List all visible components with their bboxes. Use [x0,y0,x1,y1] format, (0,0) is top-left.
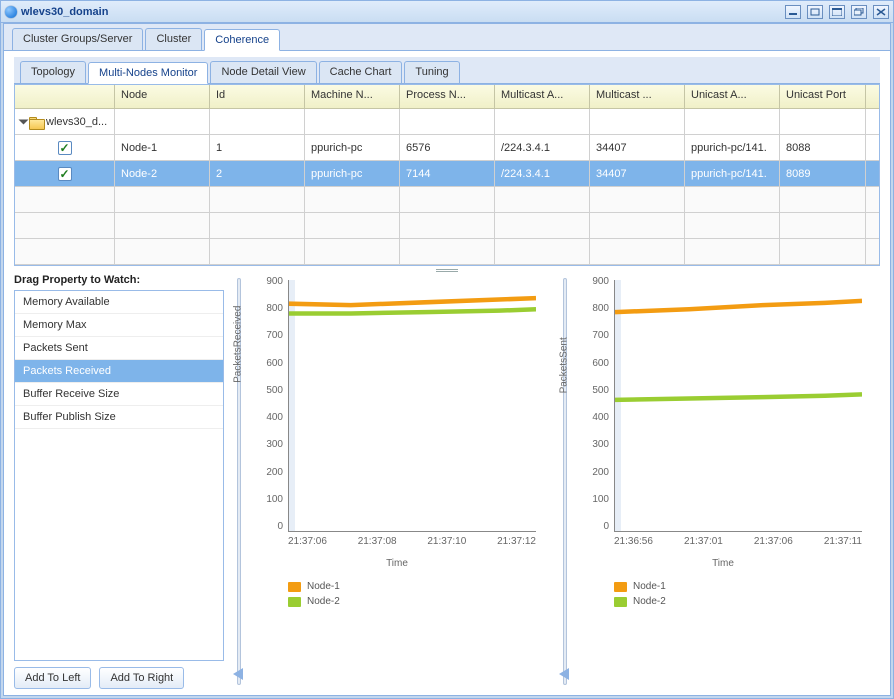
cell-id: 1 [210,135,305,160]
tab-cache-chart[interactable]: Cache Chart [319,61,403,83]
restore-down-button[interactable] [807,5,823,19]
lower-pane: Drag Property to Watch: Memory Available… [14,274,880,689]
col-header-multicast-port[interactable]: Multicast ... [590,85,685,108]
cell-multicast-addr: /224.3.4.1 [495,135,590,160]
list-item[interactable]: Packets Sent [15,337,223,360]
col-header-machine[interactable]: Machine N... [305,85,400,108]
list-item[interactable]: Buffer Publish Size [15,406,223,429]
x-axis-label: Time [578,558,868,569]
x-axis: 21:36:56 21:37:01 21:37:06 21:37:11 [614,536,862,552]
cell-multicast-addr: /224.3.4.1 [495,161,590,186]
cell-machine: ppurich-pc [305,161,400,186]
cell-unicast-port: 8088 [780,135,866,160]
legend-swatch-icon [614,582,627,592]
minimize-button[interactable] [785,5,801,19]
legend-swatch-icon [288,582,301,592]
cell-machine: ppurich-pc [305,135,400,160]
maximize-button[interactable] [829,5,845,19]
table-row[interactable]: Node-1 1 ppurich-pc 6576 /224.3.4.1 3440… [15,135,879,161]
charts-area: PacketsReceived 900 800 700 600 500 400 … [232,274,880,689]
cell-process: 6576 [400,135,495,160]
col-header-tree[interactable] [15,85,115,108]
window-title: wlevs30_domain [21,6,779,18]
row-checkbox[interactable] [58,141,72,155]
grid-header: Node Id Machine N... Process N... Multic… [15,85,879,109]
y-axis-label: PacketsReceived [233,306,244,383]
x-axis-label: Time [252,558,542,569]
chart-right-legend: Node-1 Node-2 [578,581,868,607]
cell-multicast-port: 34407 [590,161,685,186]
chart-left: PacketsReceived 900 800 700 600 500 400 … [250,274,554,689]
close-button[interactable] [873,5,889,19]
legend-label: Node-2 [307,596,340,607]
table-row [15,213,879,239]
tab-cluster-groups-server[interactable]: Cluster Groups/Server [12,28,143,50]
y-axis: 900 800 700 600 500 400 300 200 100 0 [252,276,286,532]
y-axis-label: PacketsSent [559,337,570,393]
chart-right: PacketsSent 900 800 700 600 500 400 300 … [576,274,880,689]
right-chart-slider[interactable] [558,274,572,689]
cell-id: 2 [210,161,305,186]
table-row[interactable]: Node-2 2 ppurich-pc 7144 /224.3.4.1 3440… [15,161,879,187]
tab-topology[interactable]: Topology [20,61,86,83]
list-item[interactable]: Memory Available [15,291,223,314]
cell-unicast-addr: ppurich-pc/141. [685,135,780,160]
col-header-process[interactable]: Process N... [400,85,495,108]
horizontal-splitter[interactable] [14,266,880,274]
list-item[interactable]: Buffer Receive Size [15,383,223,406]
y-axis: 900 800 700 600 500 400 300 200 100 0 [578,276,612,532]
legend-label: Node-2 [633,596,666,607]
plot-left [288,280,536,532]
tab-tuning[interactable]: Tuning [404,61,459,83]
cell-node: Node-1 [115,135,210,160]
add-to-left-button[interactable]: Add To Left [14,667,91,689]
table-row [15,187,879,213]
cell-unicast-addr: ppurich-pc/141. [685,161,780,186]
col-header-node[interactable]: Node [115,85,210,108]
cell-unicast-port: 8089 [780,161,866,186]
legend-label: Node-1 [633,581,666,592]
app-icon [5,6,17,18]
restore-button[interactable] [851,5,867,19]
node-checkbox-cell [15,161,115,186]
window-frame: wlevs30_domain Cluster Groups/Server Clu… [0,0,894,699]
tree-domain-cell[interactable]: wlevs30_d... [15,109,115,134]
list-item[interactable]: Memory Max [15,314,223,337]
tree-collapse-icon[interactable] [19,119,29,124]
legend-swatch-icon [614,597,627,607]
legend-label: Node-1 [307,581,340,592]
inner-tabstrip: Topology Multi-Nodes Monitor Node Detail… [14,57,880,84]
outer-tabstrip: Cluster Groups/Server Cluster Coherence [4,24,890,51]
table-row [15,239,879,265]
node-checkbox-cell [15,135,115,160]
property-panel: Drag Property to Watch: Memory Available… [14,274,226,689]
tab-node-detail-view[interactable]: Node Detail View [210,61,316,83]
property-list: Memory Available Memory Max Packets Sent… [14,290,224,661]
drag-property-title: Drag Property to Watch: [14,274,224,286]
list-item[interactable]: Packets Received [15,360,223,383]
chart-left-legend: Node-1 Node-2 [252,581,542,607]
legend-swatch-icon [288,597,301,607]
col-header-multicast-addr[interactable]: Multicast A... [495,85,590,108]
window-content: Cluster Groups/Server Cluster Coherence … [3,23,891,696]
cell-process: 7144 [400,161,495,186]
col-header-id[interactable]: Id [210,85,305,108]
row-checkbox[interactable] [58,167,72,181]
domain-label: wlevs30_d... [46,116,107,128]
plot-right [614,280,862,532]
x-axis: 21:37:06 21:37:08 21:37:10 21:37:12 [288,536,536,552]
cell-multicast-port: 34407 [590,135,685,160]
cell-node: Node-2 [115,161,210,186]
tab-cluster[interactable]: Cluster [145,28,202,50]
tab-multi-nodes-monitor[interactable]: Multi-Nodes Monitor [88,62,208,84]
title-bar: wlevs30_domain [1,1,893,23]
table-row[interactable]: wlevs30_d... [15,109,879,135]
col-header-unicast-port[interactable]: Unicast Port [780,85,866,108]
folder-icon [29,116,43,128]
col-header-unicast-addr[interactable]: Unicast A... [685,85,780,108]
nodes-grid: Node Id Machine N... Process N... Multic… [14,84,880,266]
coherence-tab-body: Topology Multi-Nodes Monitor Node Detail… [4,51,890,695]
tab-coherence[interactable]: Coherence [204,29,280,51]
add-to-right-button[interactable]: Add To Right [99,667,184,689]
